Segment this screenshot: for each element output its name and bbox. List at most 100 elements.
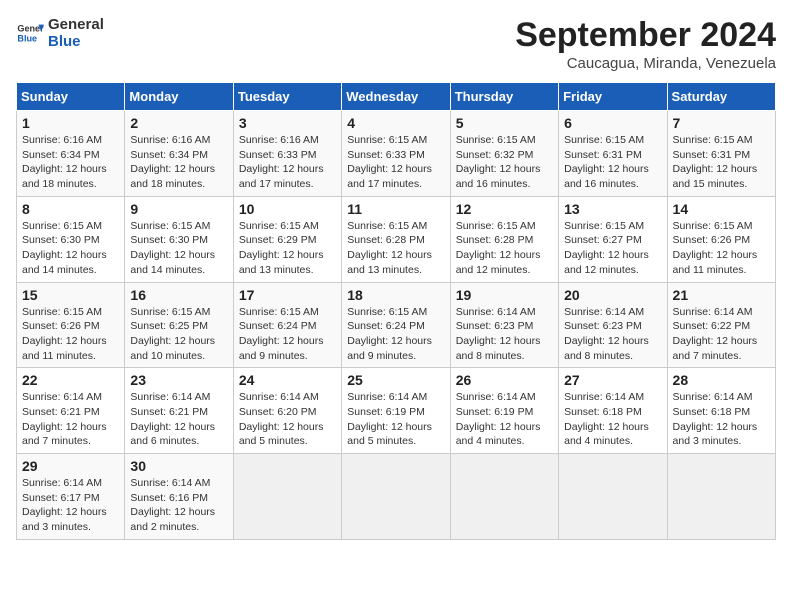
calendar-cell: 20 Sunrise: 6:14 AM Sunset: 6:23 PM Dayli… [559,282,667,368]
calendar-cell [233,454,341,540]
day-info: Sunrise: 6:15 AM Sunset: 6:24 PM Dayligh… [347,305,444,364]
day-number: 8 [22,201,119,217]
day-number: 29 [22,458,119,474]
day-number: 10 [239,201,336,217]
day-info: Sunrise: 6:15 AM Sunset: 6:32 PM Dayligh… [456,133,553,192]
calendar-week-2: 8 Sunrise: 6:15 AM Sunset: 6:30 PM Daylig… [17,196,776,282]
day-number: 15 [22,287,119,303]
header-tuesday: Tuesday [233,83,341,111]
day-number: 4 [347,115,444,131]
header-monday: Monday [125,83,233,111]
calendar-subtitle: Caucagua, Miranda, Venezuela [515,55,776,72]
calendar-cell: 8 Sunrise: 6:15 AM Sunset: 6:30 PM Daylig… [17,196,125,282]
day-number: 22 [22,372,119,388]
calendar-cell: 3 Sunrise: 6:16 AM Sunset: 6:33 PM Daylig… [233,111,341,197]
calendar-cell: 29 Sunrise: 6:14 AM Sunset: 6:17 PM Dayli… [17,454,125,540]
day-number: 21 [673,287,770,303]
day-info: Sunrise: 6:15 AM Sunset: 6:27 PM Dayligh… [564,219,661,278]
day-info: Sunrise: 6:15 AM Sunset: 6:25 PM Dayligh… [130,305,227,364]
logo-general: General [48,16,104,33]
day-info: Sunrise: 6:14 AM Sunset: 6:23 PM Dayligh… [564,305,661,364]
calendar-cell: 10Sunrise: 6:15 AM Sunset: 6:29 PM Dayli… [233,196,341,282]
calendar-cell: 18 Sunrise: 6:15 AM Sunset: 6:24 PM Dayli… [342,282,450,368]
day-info: Sunrise: 6:15 AM Sunset: 6:30 PM Dayligh… [22,219,119,278]
day-info: Sunrise: 6:15 AM Sunset: 6:31 PM Dayligh… [673,133,770,192]
calendar-cell: 28 Sunrise: 6:14 AM Sunset: 6:18 PM Dayli… [667,368,775,454]
day-number: 9 [130,201,227,217]
calendar-cell: 16Sunrise: 6:15 AM Sunset: 6:25 PM Dayli… [125,282,233,368]
day-number: 12 [456,201,553,217]
day-number: 6 [564,115,661,131]
day-info: Sunrise: 6:16 AM Sunset: 6:34 PM Dayligh… [22,133,119,192]
header-saturday: Saturday [667,83,775,111]
calendar-cell: 11Sunrise: 6:15 AM Sunset: 6:28 PM Dayli… [342,196,450,282]
calendar-cell: 26 Sunrise: 6:14 AM Sunset: 6:19 PM Dayli… [450,368,558,454]
day-info: Sunrise: 6:15 AM Sunset: 6:28 PM Dayligh… [456,219,553,278]
calendar-cell [450,454,558,540]
day-number: 11 [347,201,444,217]
calendar-cell: 30 Sunrise: 6:14 AM Sunset: 6:16 PM Dayli… [125,454,233,540]
calendar-cell [559,454,667,540]
day-info: Sunrise: 6:15 AM Sunset: 6:31 PM Dayligh… [564,133,661,192]
day-number: 2 [130,115,227,131]
day-info: Sunrise: 6:15 AM Sunset: 6:26 PM Dayligh… [22,305,119,364]
header: General Blue General Blue September 2024… [16,16,776,72]
day-number: 18 [347,287,444,303]
day-number: 25 [347,372,444,388]
day-info: Sunrise: 6:14 AM Sunset: 6:19 PM Dayligh… [456,390,553,449]
day-number: 28 [673,372,770,388]
day-info: Sunrise: 6:14 AM Sunset: 6:18 PM Dayligh… [564,390,661,449]
day-info: Sunrise: 6:15 AM Sunset: 6:26 PM Dayligh… [673,219,770,278]
day-info: Sunrise: 6:14 AM Sunset: 6:16 PM Dayligh… [130,476,227,535]
calendar-cell: 24 Sunrise: 6:14 AM Sunset: 6:20 PM Dayli… [233,368,341,454]
logo: General Blue General Blue [16,16,104,50]
calendar-cell: 23 Sunrise: 6:14 AM Sunset: 6:21 PM Dayli… [125,368,233,454]
day-info: Sunrise: 6:14 AM Sunset: 6:17 PM Dayligh… [22,476,119,535]
general-blue-logo-icon: General Blue [16,19,44,47]
day-number: 17 [239,287,336,303]
day-number: 19 [456,287,553,303]
day-number: 27 [564,372,661,388]
calendar-cell: 7 Sunrise: 6:15 AM Sunset: 6:31 PM Daylig… [667,111,775,197]
calendar-cell: 14Sunrise: 6:15 AM Sunset: 6:26 PM Dayli… [667,196,775,282]
calendar-cell: 1Sunrise: 6:16 AM Sunset: 6:34 PM Daylig… [17,111,125,197]
calendar-header-row: SundayMondayTuesdayWednesdayThursdayFrid… [17,83,776,111]
day-info: Sunrise: 6:14 AM Sunset: 6:23 PM Dayligh… [456,305,553,364]
calendar-cell: 19 Sunrise: 6:14 AM Sunset: 6:23 PM Dayli… [450,282,558,368]
day-info: Sunrise: 6:15 AM Sunset: 6:33 PM Dayligh… [347,133,444,192]
header-wednesday: Wednesday [342,83,450,111]
title-area: September 2024 Caucagua, Miranda, Venezu… [515,16,776,72]
day-number: 5 [456,115,553,131]
day-number: 23 [130,372,227,388]
day-number: 3 [239,115,336,131]
logo-blue: Blue [48,33,104,50]
calendar-cell [342,454,450,540]
day-number: 7 [673,115,770,131]
day-number: 26 [456,372,553,388]
calendar-table: SundayMondayTuesdayWednesdayThursdayFrid… [16,82,776,540]
day-number: 24 [239,372,336,388]
day-info: Sunrise: 6:14 AM Sunset: 6:22 PM Dayligh… [673,305,770,364]
day-info: Sunrise: 6:16 AM Sunset: 6:33 PM Dayligh… [239,133,336,192]
day-info: Sunrise: 6:15 AM Sunset: 6:30 PM Dayligh… [130,219,227,278]
calendar-cell: 27 Sunrise: 6:14 AM Sunset: 6:18 PM Dayli… [559,368,667,454]
calendar-cell: 15 Sunrise: 6:15 AM Sunset: 6:26 PM Dayli… [17,282,125,368]
day-number: 13 [564,201,661,217]
day-info: Sunrise: 6:14 AM Sunset: 6:18 PM Dayligh… [673,390,770,449]
calendar-cell: 9 Sunrise: 6:15 AM Sunset: 6:30 PM Daylig… [125,196,233,282]
calendar-cell: 13 Sunrise: 6:15 AM Sunset: 6:27 PM Dayli… [559,196,667,282]
calendar-week-5: 29 Sunrise: 6:14 AM Sunset: 6:17 PM Dayli… [17,454,776,540]
day-info: Sunrise: 6:16 AM Sunset: 6:34 PM Dayligh… [130,133,227,192]
day-number: 20 [564,287,661,303]
calendar-week-3: 15 Sunrise: 6:15 AM Sunset: 6:26 PM Dayli… [17,282,776,368]
calendar-cell: 6 Sunrise: 6:15 AM Sunset: 6:31 PM Daylig… [559,111,667,197]
calendar-title: September 2024 [515,16,776,55]
header-friday: Friday [559,83,667,111]
calendar-cell: 12 Sunrise: 6:15 AM Sunset: 6:28 PM Dayli… [450,196,558,282]
day-info: Sunrise: 6:15 AM Sunset: 6:24 PM Dayligh… [239,305,336,364]
day-number: 30 [130,458,227,474]
calendar-cell: 22Sunrise: 6:14 AM Sunset: 6:21 PM Dayli… [17,368,125,454]
calendar-cell: 2 Sunrise: 6:16 AM Sunset: 6:34 PM Daylig… [125,111,233,197]
day-info: Sunrise: 6:14 AM Sunset: 6:20 PM Dayligh… [239,390,336,449]
day-info: Sunrise: 6:14 AM Sunset: 6:21 PM Dayligh… [130,390,227,449]
